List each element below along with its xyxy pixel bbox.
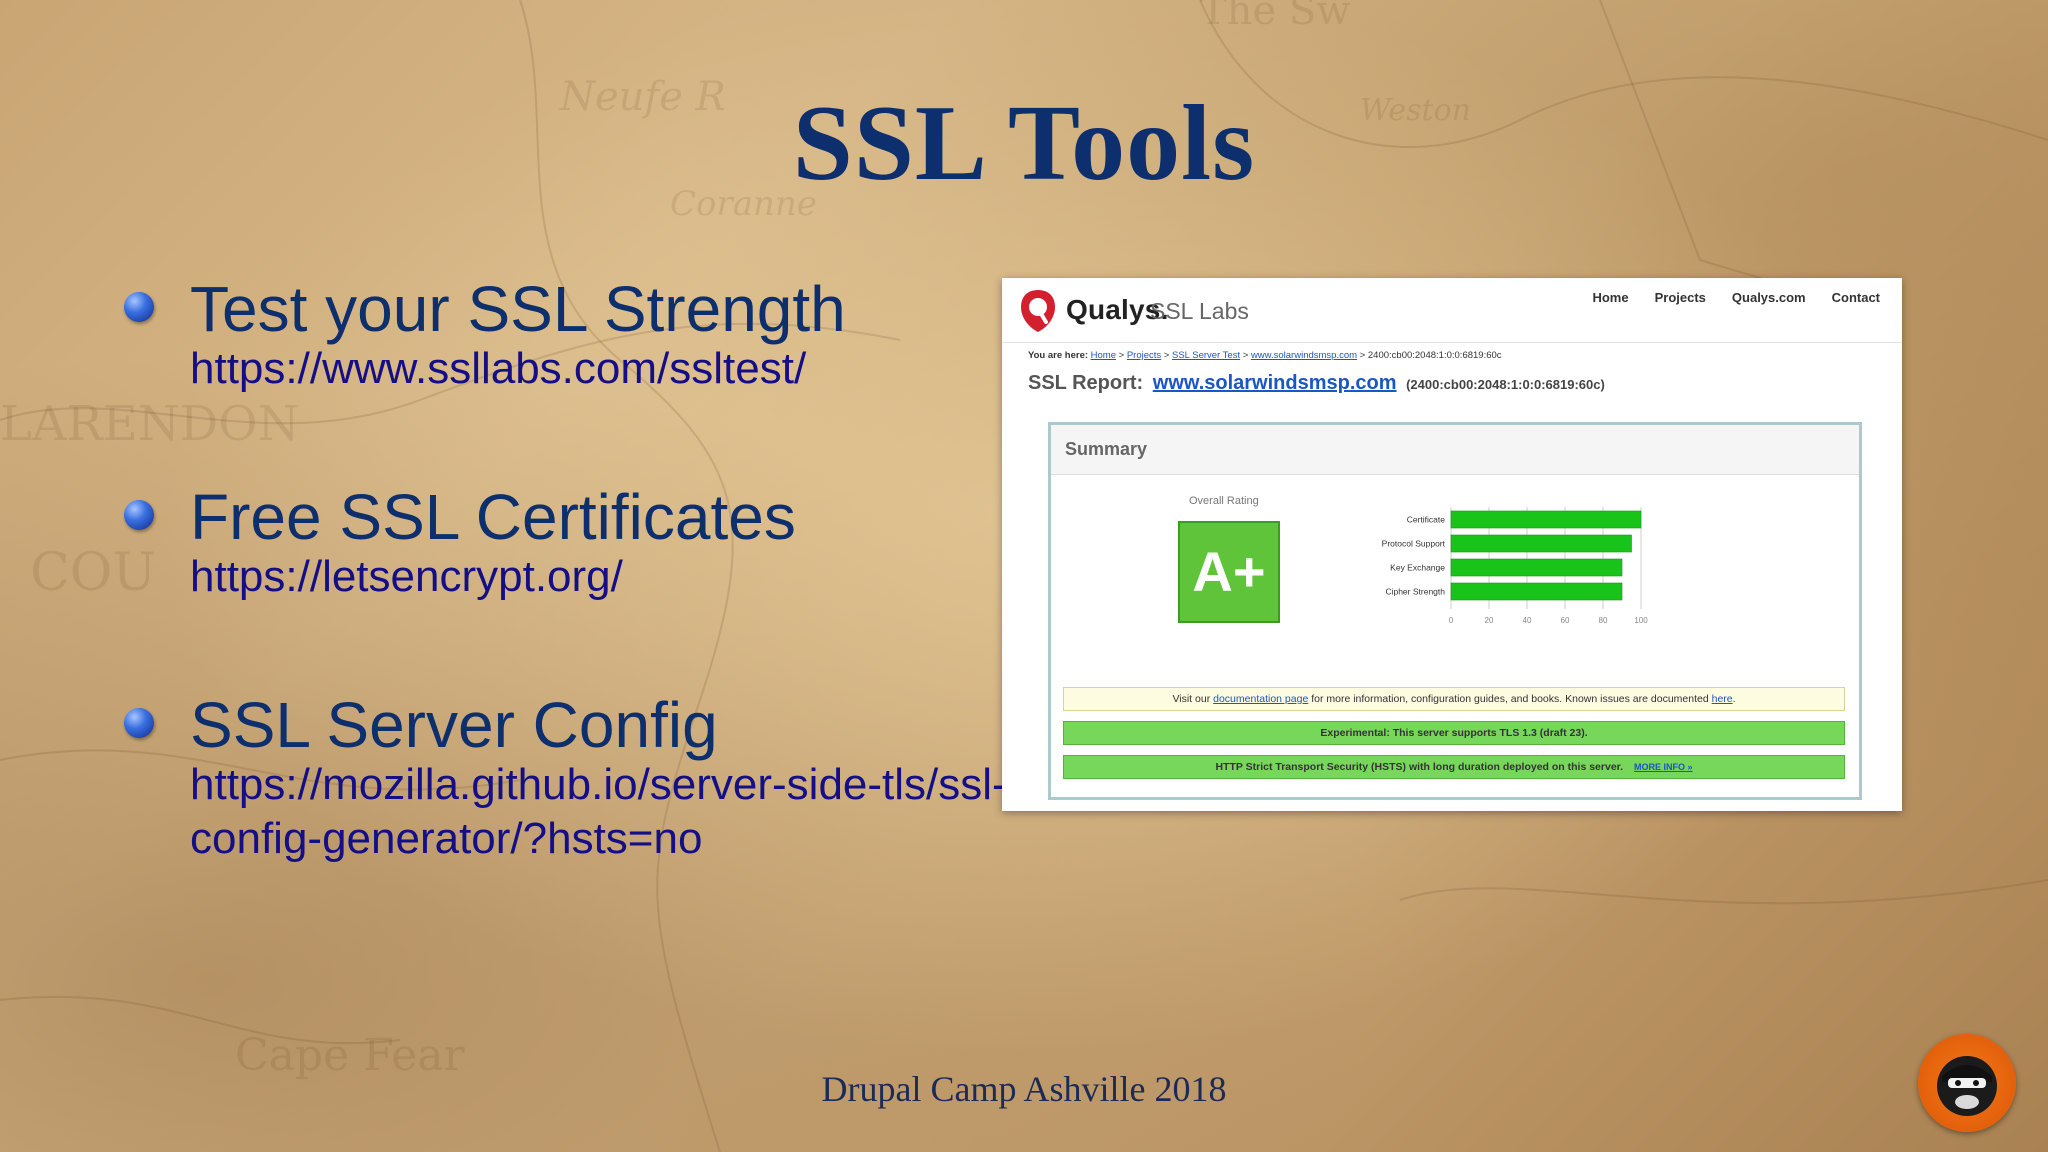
doc-notice-mid: for more information, configuration guid… <box>1311 693 1709 705</box>
breadcrumb-ssl-server-test[interactable]: SSL Server Test <box>1172 350 1240 361</box>
overall-rating-label: Overall Rating <box>1189 495 1259 507</box>
bar <box>1450 510 1642 529</box>
hsts-notice: HTTP Strict Transport Security (HSTS) wi… <box>1063 755 1845 779</box>
svg-text:The Sw: The Sw <box>1200 0 1350 34</box>
bullet-dot-icon <box>124 292 154 322</box>
x-tick-label: 40 <box>1523 616 1532 625</box>
monkey-mascot-icon <box>1937 1056 1997 1116</box>
report-ip: (2400:cb00:2048:1:0:0:6819:60c) <box>1406 377 1605 392</box>
bar <box>1450 582 1623 601</box>
breadcrumb-prefix: You are here: <box>1028 350 1089 361</box>
grade-badge: A+ <box>1178 521 1280 623</box>
camp-logo-icon <box>1918 1034 2016 1132</box>
bar <box>1450 558 1623 577</box>
qualys-logo-icon <box>1021 290 1055 332</box>
nav-qualys[interactable]: Qualys.com <box>1732 290 1806 305</box>
hsts-more-info-link[interactable]: MORE INFO » <box>1634 762 1693 772</box>
letsencrypt-link[interactable]: https://letsencrypt.org/ <box>190 550 1070 604</box>
breadcrumb-home[interactable]: Home <box>1091 350 1116 361</box>
bullet-heading: SSL Server Config <box>190 689 718 761</box>
bar <box>1450 534 1632 553</box>
top-nav: Home Projects Qualys.com Contact <box>1592 290 1880 305</box>
x-tick-label: 80 <box>1599 616 1608 625</box>
report-label: SSL Report: <box>1028 372 1144 394</box>
documentation-notice: Visit our documentation page for more in… <box>1063 687 1845 711</box>
x-tick-label: 0 <box>1449 616 1454 625</box>
nav-contact[interactable]: Contact <box>1832 290 1880 305</box>
mozilla-config-link[interactable]: https://mozilla.github.io/server-side-tl… <box>190 758 1070 866</box>
breadcrumb-projects[interactable]: Projects <box>1127 350 1161 361</box>
category-label: Certificate <box>1407 515 1446 525</box>
breadcrumb-domain[interactable]: www.solarwindsmsp.com <box>1251 350 1357 361</box>
x-tick-label: 20 <box>1485 616 1494 625</box>
hsts-notice-text: HTTP Strict Transport Security (HSTS) wi… <box>1215 761 1624 773</box>
rating-bar-chart-svg: 0 20 40 60 80 100 Certificate Protocol Support K… <box>1382 507 1648 625</box>
breadcrumb: You are here: Home > Projects > SSL Serv… <box>1028 350 1502 361</box>
summary-panel: Summary Overall Rating A+ 0 20 40 60 80 100 Ce… <box>1048 422 1862 800</box>
category-label: Key Exchange <box>1390 563 1445 573</box>
ssl-labs-brand: SSL Labs <box>1150 298 1249 324</box>
ssllabs-link[interactable]: https://www.ssllabs.com/ssltest/ <box>190 342 1070 396</box>
doc-notice-pre: Visit our <box>1172 693 1211 705</box>
x-tick-label: 60 <box>1561 616 1570 625</box>
svg-text:COU: COU <box>30 543 156 603</box>
x-tick-label: 100 <box>1634 616 1648 625</box>
bullet-heading: Test your SSL Strength <box>190 273 846 345</box>
known-issues-link[interactable]: here <box>1712 693 1733 705</box>
category-label: Cipher Strength <box>1385 587 1445 597</box>
slide-footer: Drupal Camp Ashville 2018 <box>821 1069 1227 1109</box>
category-label: Protocol Support <box>1382 539 1446 549</box>
nav-home[interactable]: Home <box>1592 290 1628 305</box>
documentation-page-link[interactable]: documentation page <box>1213 693 1308 705</box>
bullet-heading: Free SSL Certificates <box>190 481 796 553</box>
bullet-dot-icon <box>124 500 154 530</box>
report-domain-link[interactable]: www.solarwindsmsp.com <box>1153 372 1397 394</box>
breadcrumb-current: 2400:cb00:2048:1:0:0:6819:60c <box>1367 350 1502 361</box>
summary-header: Summary <box>1051 425 1859 475</box>
doc-notice-post: . <box>1732 693 1736 705</box>
slide-title: SSL Tools <box>792 84 1256 203</box>
summary-title: Summary <box>1065 439 1148 459</box>
nav-projects[interactable]: Projects <box>1655 290 1706 305</box>
bullet-dot-icon <box>124 708 154 738</box>
svg-text:LARENDON: LARENDON <box>0 396 300 452</box>
report-title: SSL Report: www.solarwindsmsp.com (2400:… <box>1028 372 1605 395</box>
ssllabs-screenshot: Qualys. SSL Labs Home Projects Qualys.co… <box>1002 278 1902 811</box>
rating-bar-chart: 0 20 40 60 80 100 Certificate Protocol Support K… <box>1351 505 1651 655</box>
nav-divider <box>1002 342 1902 343</box>
tls13-notice: Experimental: This server supports TLS 1… <box>1063 721 1845 745</box>
